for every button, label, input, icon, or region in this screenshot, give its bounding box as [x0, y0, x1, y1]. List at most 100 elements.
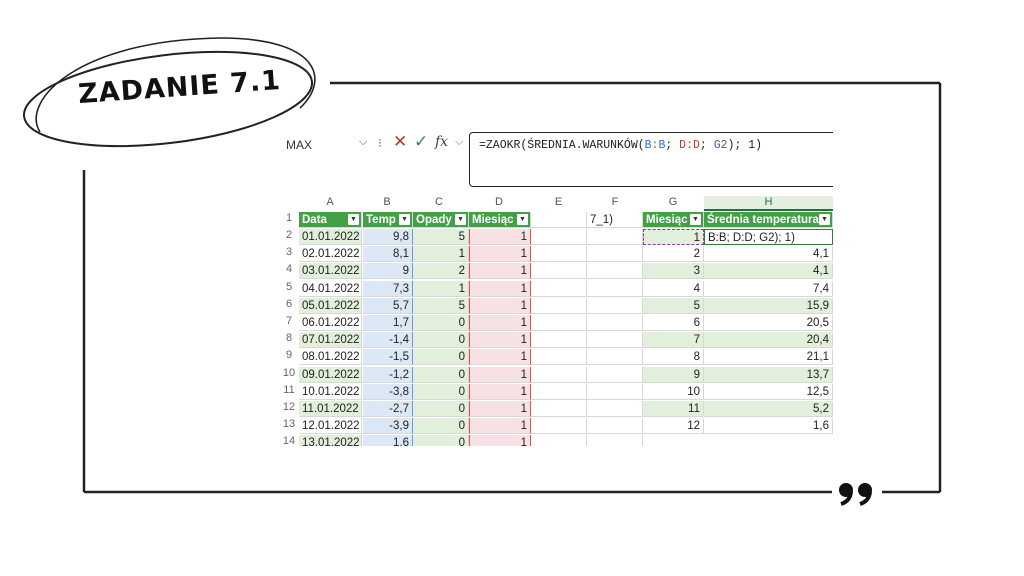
cell-temp[interactable]: 9	[363, 263, 413, 280]
cell-f[interactable]	[587, 263, 643, 280]
cell-f[interactable]	[587, 418, 643, 435]
cell-f[interactable]	[587, 383, 643, 400]
cell-temp[interactable]: -2,7	[363, 401, 413, 417]
formula-bar[interactable]: =ZAOKR(ŚREDNIA.WARUNKÓW(B:B; D:D; G2); 1…	[469, 132, 833, 187]
cell-opady[interactable]: 0	[413, 332, 469, 349]
column-header-b[interactable]: B	[363, 196, 411, 209]
cell-srednia[interactable]: 1,6	[704, 418, 833, 435]
cell-f[interactable]	[587, 229, 643, 245]
cell-e[interactable]	[531, 263, 587, 280]
cell-e1[interactable]	[531, 212, 587, 228]
row-number[interactable]: 6	[281, 298, 297, 310]
row-number[interactable]: 8	[281, 332, 297, 344]
cancel-icon[interactable]: ✕	[393, 132, 407, 152]
cell-miesiac-g[interactable]: 12	[643, 418, 704, 435]
cell-date[interactable]: 07.01.2022	[299, 332, 362, 349]
cell-f[interactable]	[587, 366, 643, 383]
cell-srednia[interactable]: 5,2	[704, 401, 833, 417]
cell-temp[interactable]: 8,1	[363, 246, 413, 263]
cell-f[interactable]	[587, 349, 643, 366]
cell-e[interactable]	[531, 366, 587, 383]
header-opady[interactable]: Opady ▼	[413, 212, 469, 228]
cell-date[interactable]: 05.01.2022	[299, 297, 362, 314]
cell-date[interactable]: 03.01.2022	[299, 263, 362, 280]
filter-dropdown-icon[interactable]: ▼	[455, 214, 466, 225]
cell-miesiac[interactable]: 1	[469, 297, 531, 314]
row-number[interactable]: 13	[281, 418, 297, 430]
row-number[interactable]: 1	[281, 212, 297, 224]
cell-e[interactable]	[531, 349, 587, 366]
more-options-icon[interactable]: ⁝	[378, 136, 382, 150]
cell-e[interactable]	[531, 383, 587, 400]
cell-e[interactable]	[531, 297, 587, 314]
function-icon[interactable]: fx	[435, 134, 448, 150]
header-miesiac-g[interactable]: Miesiąc ▼	[643, 212, 704, 228]
cell-opady[interactable]: 1	[413, 246, 469, 263]
column-header-f[interactable]: F	[587, 196, 643, 209]
row-number[interactable]: 11	[281, 384, 297, 396]
cell-temp[interactable]: 7,3	[363, 280, 413, 297]
cell-f[interactable]	[587, 297, 643, 314]
cell-miesiac[interactable]: 1	[469, 366, 531, 383]
cell-temp[interactable]: -3,8	[363, 383, 413, 400]
column-header-d[interactable]: D	[469, 196, 529, 209]
cell-temp[interactable]: 5,7	[363, 297, 413, 314]
cell-opady[interactable]: 0	[413, 349, 469, 366]
cell-srednia[interactable]: 20,4	[704, 332, 833, 349]
row-number[interactable]: 14	[281, 435, 297, 446]
cell-miesiac[interactable]: 1	[469, 280, 531, 297]
header-temp[interactable]: Temp ▼	[363, 212, 413, 228]
cell-miesiac-g[interactable]: 7	[643, 332, 704, 349]
cell-e[interactable]	[531, 246, 587, 263]
cell-e[interactable]	[531, 435, 587, 446]
cell-temp[interactable]: -1,5	[363, 349, 413, 366]
header-data[interactable]: Data ▼	[299, 212, 362, 228]
cell-srednia[interactable]: 15,9	[704, 297, 833, 314]
cell-temp[interactable]: -3,9	[363, 418, 413, 435]
cell-opady[interactable]: 0	[413, 418, 469, 435]
cell-date[interactable]: 13.01.2022	[299, 435, 362, 446]
cell-miesiac-g[interactable]: 3	[643, 263, 704, 280]
row-number[interactable]: 2	[281, 229, 297, 241]
cell-opady[interactable]: 0	[413, 435, 469, 446]
cell-temp[interactable]: -1,2	[363, 366, 413, 383]
cell-srednia[interactable]: 12,5	[704, 383, 833, 400]
cell-srednia[interactable]: 4,1	[704, 263, 833, 280]
cell-opady[interactable]: 0	[413, 401, 469, 417]
row-number[interactable]: 4	[281, 263, 297, 275]
cell-srednia[interactable]: 13,7	[704, 366, 833, 383]
cell-opady[interactable]: 5	[413, 229, 469, 245]
column-header-e[interactable]: E	[531, 196, 586, 209]
column-header-h[interactable]: H	[704, 196, 833, 211]
name-box[interactable]: MAX	[286, 138, 312, 152]
filter-dropdown-icon[interactable]: ▼	[690, 214, 701, 225]
cell-miesiac-g[interactable]: 8	[643, 349, 704, 366]
cell-miesiac[interactable]: 1	[469, 263, 531, 280]
cell-miesiac[interactable]: 1	[469, 315, 531, 331]
cell-f[interactable]	[587, 332, 643, 349]
filter-dropdown-icon[interactable]: ▼	[819, 214, 830, 225]
cell-miesiac[interactable]: 1	[469, 435, 531, 446]
cell-date[interactable]: 10.01.2022	[299, 383, 362, 400]
cell-miesiac[interactable]: 1	[469, 383, 531, 400]
cell-date[interactable]: 04.01.2022	[299, 280, 362, 297]
cell-date[interactable]: 12.01.2022	[299, 418, 362, 435]
filter-dropdown-icon[interactable]: ▼	[399, 214, 410, 225]
header-srednia-temperatura[interactable]: Średnia temperatura ▼	[704, 212, 833, 228]
cell-date[interactable]: 06.01.2022	[299, 315, 362, 331]
column-header-c[interactable]: C	[413, 196, 465, 209]
row-number[interactable]: 9	[281, 349, 297, 361]
cell-e[interactable]	[531, 401, 587, 417]
chevron-down-icon[interactable]: ⌵	[359, 136, 367, 149]
cell-date[interactable]: 01.01.2022	[299, 229, 362, 245]
cell-miesiac-g[interactable]: 10	[643, 383, 704, 400]
cell-temp[interactable]: -1,4	[363, 332, 413, 349]
column-header-g[interactable]: G	[643, 196, 703, 209]
row-number[interactable]: 5	[281, 281, 297, 293]
cell-opady[interactable]: 0	[413, 315, 469, 331]
cell-miesiac-g[interactable]: 9	[643, 366, 704, 383]
cell-date[interactable]: 08.01.2022	[299, 349, 362, 366]
cell-srednia[interactable]: 4,1	[704, 246, 833, 263]
cell-miesiac[interactable]: 1	[469, 349, 531, 366]
cell-f[interactable]	[587, 246, 643, 263]
